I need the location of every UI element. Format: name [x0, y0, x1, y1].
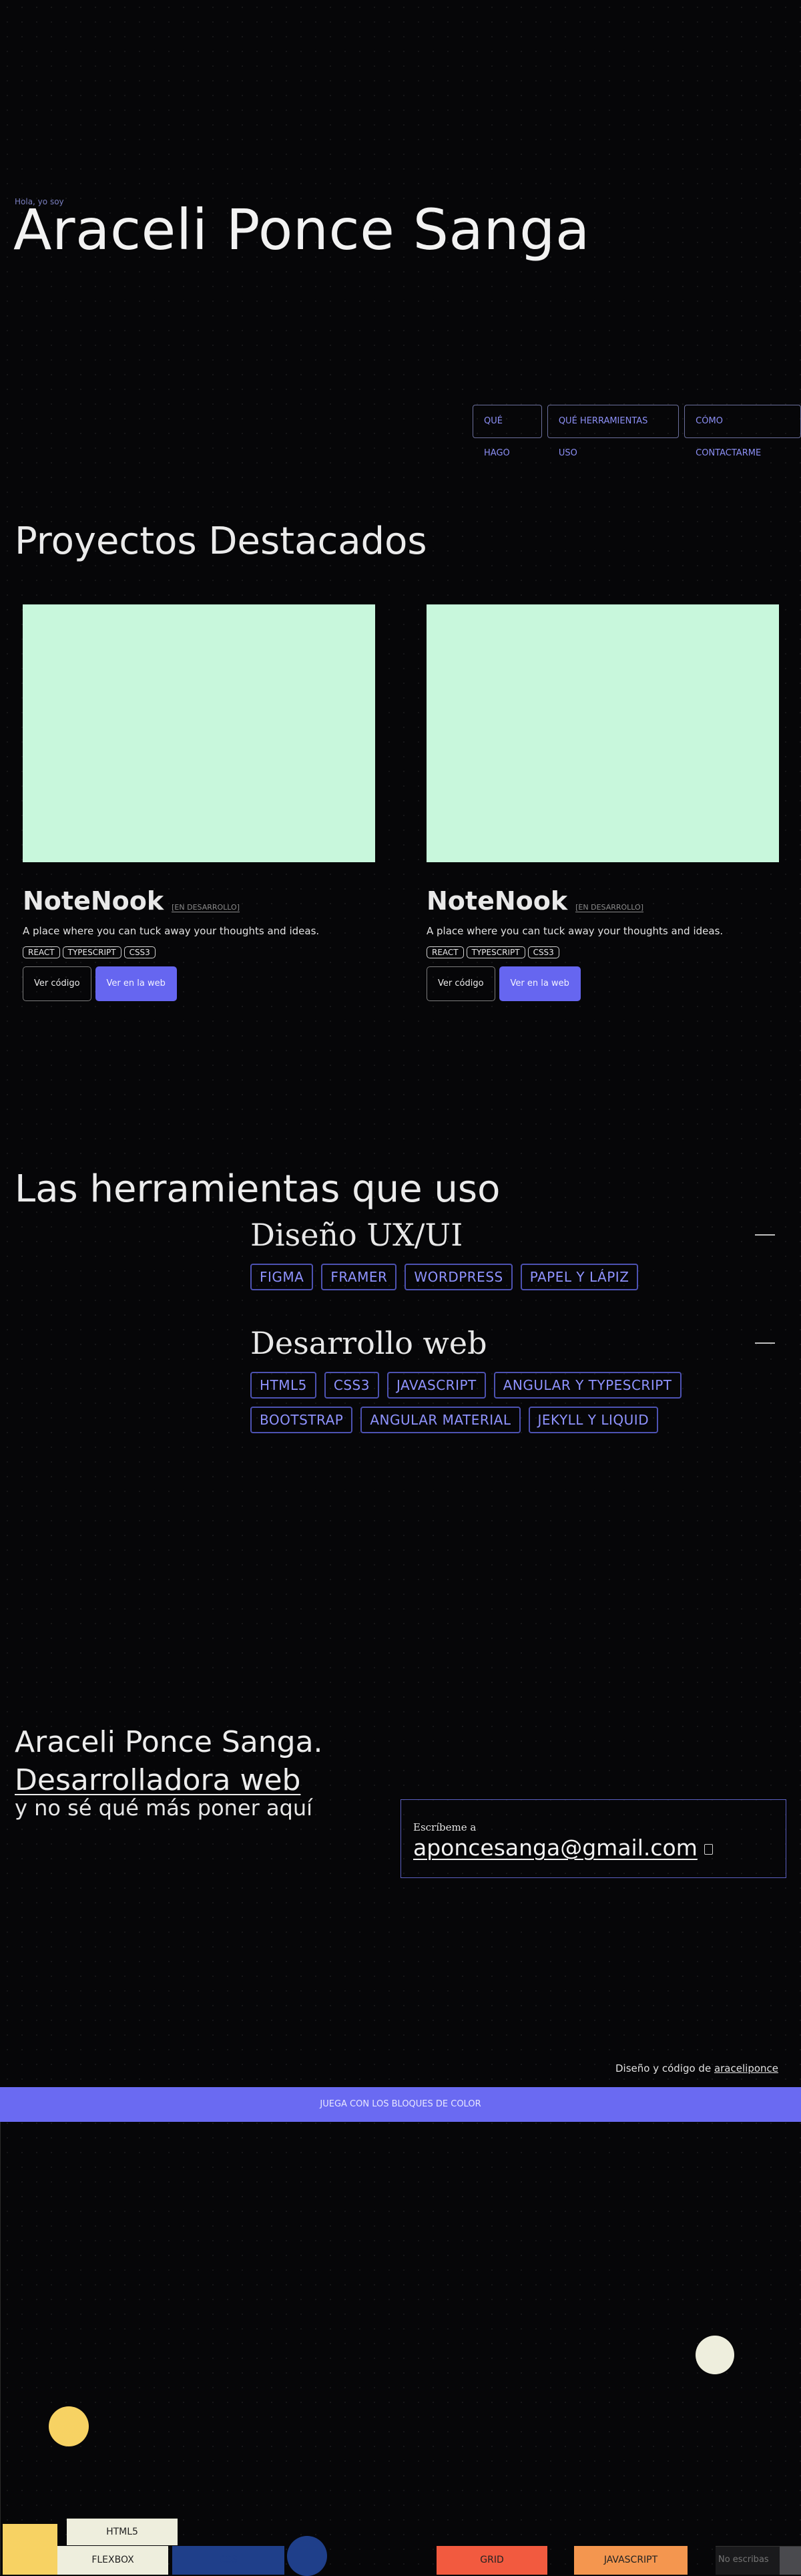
footer-credit: Diseño y código de araceliponce	[615, 2062, 778, 2074]
tag-typescript: TYPESCRIPT	[466, 946, 525, 958]
collapse-icon[interactable]	[755, 1342, 775, 1344]
project-card: NoteNook [EN DESARROLLO] A place where y…	[427, 604, 780, 1001]
project-image	[23, 604, 375, 862]
projects-title: Proyectos Destacados	[15, 520, 427, 563]
tag-css3: CSS3	[527, 946, 559, 958]
tool-chip: PAPEL Y LÁPIZ	[520, 1264, 639, 1290]
tool-chip: FRAMER	[321, 1264, 397, 1290]
project-status: [EN DESARROLLO]	[575, 903, 643, 912]
footer-credit-text: Diseño y código de	[615, 2062, 714, 2074]
game-banner: JUEGA CON LOS BLOQUES DE COLOR	[0, 2087, 801, 2122]
collapse-icon[interactable]	[755, 1234, 775, 1236]
view-web-button[interactable]: Ver en la web	[499, 966, 581, 1001]
yellow-ball[interactable]	[49, 2406, 89, 2446]
block-html5[interactable]: HTML5	[67, 2519, 178, 2545]
project-description: A place where you can tuck away your tho…	[23, 925, 320, 937]
project-name: NoteNook	[427, 886, 568, 916]
hero-name: Araceli Ponce Sanga	[13, 197, 590, 262]
project-tags: REACT TYPESCRIPT CSS3	[23, 946, 376, 958]
tool-chip: BOOTSTRAP	[250, 1407, 353, 1433]
about-role: Desarrolladora web	[15, 1763, 301, 1797]
tools-title: Las herramientas que uso	[15, 1167, 501, 1211]
view-web-button[interactable]: Ver en la web	[95, 966, 177, 1001]
nav-que-hago[interactable]: QUÉ HAGO	[473, 405, 542, 458]
block-css[interactable]: CSS	[172, 2546, 284, 2575]
tool-group-title: Diseño UX/UI	[250, 1217, 463, 1253]
view-code-button[interactable]: Ver código	[23, 966, 91, 1001]
copy-icon[interactable]	[704, 1843, 713, 1855]
about-name: Araceli Ponce Sanga.	[15, 1725, 323, 1759]
cream-ball[interactable]	[696, 2336, 734, 2374]
tool-chip: CSS3	[324, 1372, 379, 1399]
project-description: A place where you can tuck away your tho…	[427, 925, 724, 937]
tool-group-title: Desarrollo web	[250, 1325, 487, 1361]
block-flexbox[interactable]: FLEXBOX	[57, 2546, 168, 2575]
view-code-button[interactable]: Ver código	[427, 966, 495, 1001]
tool-chip: JAVASCRIPT	[386, 1372, 486, 1399]
nav-contactarme[interactable]: CÓMO CONTACTARME	[684, 405, 801, 458]
block-javascript[interactable]: JAVASCRIPT	[574, 2546, 688, 2575]
about-extra: y no sé qué más poner aquí	[15, 1795, 313, 1821]
project-name: NoteNook	[23, 886, 164, 916]
tag-react: REACT	[23, 946, 60, 958]
tool-chip: WORDPRESS	[405, 1264, 513, 1290]
tool-group: Diseño UX/UI FIGMA FRAMER WORDPRESS PAPE…	[250, 1217, 775, 1290]
navy-ball[interactable]	[287, 2536, 327, 2576]
tool-group: Desarrollo web HTML5 CSS3 JAVASCRIPT ANG…	[250, 1325, 775, 1433]
project-tags: REACT TYPESCRIPT CSS3	[427, 946, 780, 958]
nav-herramientas[interactable]: QUÉ HERRAMIENTAS USO	[547, 405, 680, 458]
tag-css3: CSS3	[123, 946, 156, 958]
footer-credit-link[interactable]: araceliponce	[714, 2062, 778, 2074]
game-input[interactable]	[716, 2547, 774, 2573]
yellow-block[interactable]	[3, 2524, 57, 2575]
tag-react: REACT	[427, 946, 464, 958]
game-area[interactable]	[0, 2122, 801, 2575]
tool-chips: HTML5 CSS3 JAVASCRIPT ANGULAR Y TYPESCRI…	[250, 1372, 704, 1433]
block-grid[interactable]: GRID	[437, 2546, 547, 2575]
contact-label: Escríbeme a	[413, 1821, 477, 1833]
project-image	[427, 604, 779, 862]
tag-typescript: TYPESCRIPT	[62, 946, 121, 958]
tool-chip: HTML5	[250, 1372, 316, 1399]
contact-email-row: aponcesanga@gmail.com	[413, 1835, 713, 1861]
contact-box: Escríbeme a aponcesanga@gmail.com	[400, 1799, 786, 1878]
contact-email[interactable]: aponcesanga@gmail.com	[413, 1835, 698, 1861]
tool-chip: FIGMA	[250, 1264, 314, 1290]
project-status: [EN DESARROLLO]	[172, 903, 240, 912]
project-card: NoteNook [EN DESARROLLO] A place where y…	[23, 604, 376, 1001]
tool-chip: ANGULAR MATERIAL	[360, 1407, 521, 1433]
send-button[interactable]	[780, 2547, 801, 2575]
tool-chip: ANGULAR Y TYPESCRIPT	[493, 1372, 682, 1399]
main-nav: QUÉ HAGO QUÉ HERRAMIENTAS USO CÓMO CONTA…	[473, 405, 801, 458]
tool-chips: FIGMA FRAMER WORDPRESS PAPEL Y LÁPIZ	[250, 1264, 775, 1290]
tool-chip: JEKYLL Y LIQUID	[528, 1407, 659, 1433]
